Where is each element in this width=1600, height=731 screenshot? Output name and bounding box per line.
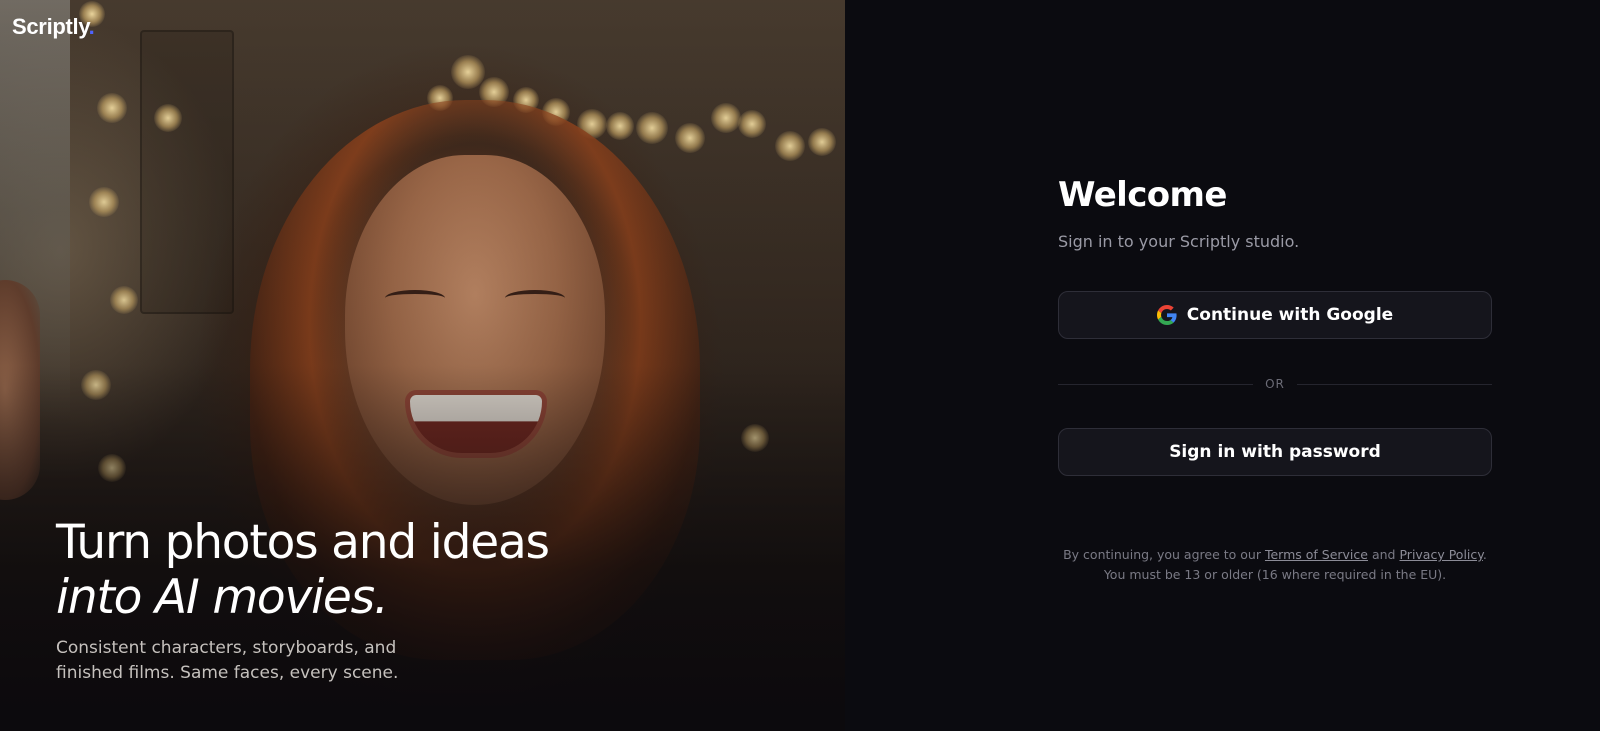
hero-headline-line2: into AI movies.	[56, 570, 389, 625]
google-icon	[1156, 305, 1177, 325]
password-button-label: Sign in with password	[1169, 442, 1381, 462]
privacy-policy-link[interactable]: Privacy Policy	[1399, 547, 1482, 562]
sign-in-panel: Welcome Sign in to your Scriptly studio.…	[845, 0, 1600, 731]
legal-and: and	[1371, 547, 1396, 562]
brand-logo-dot: .	[88, 14, 95, 39]
google-button-label: Continue with Google	[1186, 305, 1394, 325]
divider-line-left	[1058, 383, 1254, 385]
divider-label: OR	[1265, 377, 1285, 391]
legal-period: .	[1482, 547, 1487, 562]
sign-in-with-password-button[interactable]: Sign in with password	[1058, 428, 1492, 476]
or-divider: OR	[1058, 374, 1493, 394]
divider-line-right	[1296, 383, 1493, 385]
age-notice: You must be 13 or older (16 where requir…	[1103, 567, 1447, 582]
welcome-subtitle: Sign in to your Scriptly studio.	[1058, 232, 1300, 251]
terms-of-service-link[interactable]: Terms of Service	[1265, 547, 1368, 562]
brand-logo[interactable]: Scriptly.	[12, 14, 95, 40]
legal-notice: By continuing, you agree to our Terms of…	[1015, 545, 1535, 585]
hero-subcopy: Consistent characters, storyboards, and …	[56, 638, 399, 683]
brand-name: Scriptly	[12, 14, 89, 39]
continue-with-google-button[interactable]: Continue with Google	[1058, 291, 1492, 339]
hero-headline-line1: Turn photos and ideas	[56, 515, 550, 570]
hero-section: Scriptly. Turn photos and ideas into AI …	[0, 0, 845, 731]
hero-headline: Turn photos and ideas into AI movies.	[56, 515, 550, 625]
welcome-title: Welcome	[1058, 175, 1227, 215]
legal-prefix: By continuing, you agree to our	[1063, 547, 1261, 562]
